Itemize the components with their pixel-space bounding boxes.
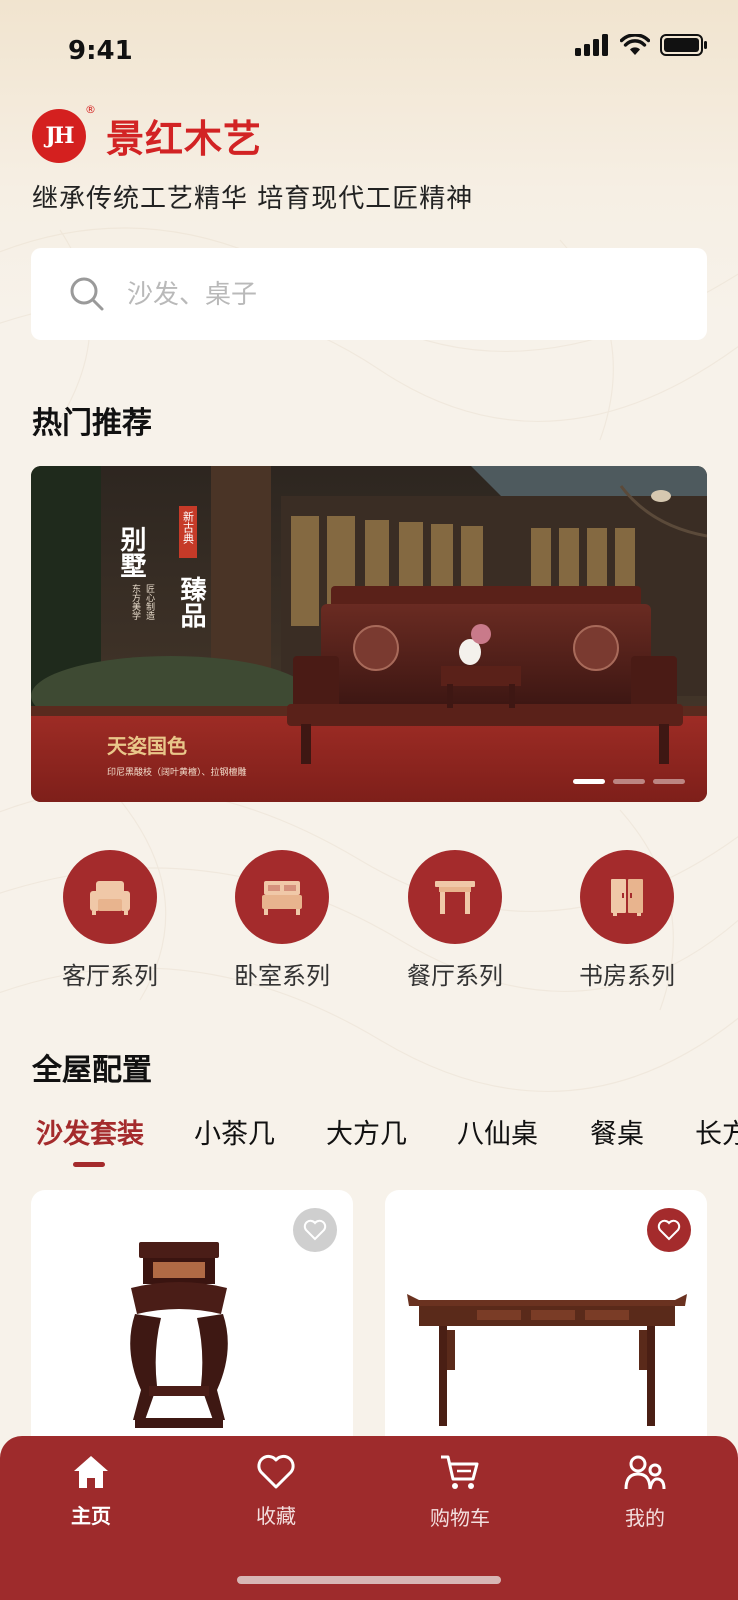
status-time: 9:41 <box>68 36 133 66</box>
heart-icon <box>303 1219 327 1241</box>
banner-slogan: 天姿国色 <box>107 734 187 758</box>
tabbar-label: 购物车 <box>430 1506 490 1530</box>
banner-image: 别墅 臻品 新古典 东方美学 匠心制造 天姿国色 印尼黑酸枝（阔叶黄檀）、拉钢檀… <box>31 466 707 802</box>
banner-caption: 印尼黑酸枝（阔叶黄檀）、拉钢檀雕 <box>107 766 247 778</box>
banner-headline-b: 臻品 <box>176 576 206 628</box>
heart-icon <box>657 1219 681 1241</box>
table-icon <box>435 881 475 914</box>
cart-icon <box>441 1455 479 1489</box>
signal-icon <box>575 34 608 56</box>
category-bedroom[interactable]: 卧室系列 <box>202 850 362 991</box>
tabbar-me[interactable]: 我的 <box>585 1454 705 1531</box>
category-label: 客厅系列 <box>62 962 158 990</box>
tab-dining-table[interactable]: 餐桌 <box>590 1112 644 1151</box>
tabbar-label: 收藏 <box>256 1504 296 1528</box>
heart-icon <box>257 1454 295 1489</box>
hot-banner[interactable]: 别墅 臻品 新古典 东方美学 匠心制造 天姿国色 印尼黑酸枝（阔叶黄檀）、拉钢檀… <box>31 466 707 802</box>
category-row: 客厅系列 卧室系列 餐厅系列 书房系列 <box>0 850 738 990</box>
brand-logo: JH ® <box>32 103 96 163</box>
search-input[interactable] <box>125 268 669 322</box>
tabbar-favorites[interactable]: 收藏 <box>216 1454 336 1529</box>
tab-eight-immortals-table[interactable]: 八仙桌 <box>457 1112 538 1151</box>
category-dining[interactable]: 餐厅系列 <box>375 850 535 991</box>
brand-name: 景红木艺 <box>106 117 263 161</box>
registered-mark: ® <box>85 102 96 116</box>
tab-square-table[interactable]: 大方几 <box>326 1112 407 1151</box>
wifi-icon <box>620 34 650 55</box>
tab-rectangular-table[interactable]: 长方桌 <box>695 1112 738 1151</box>
tabbar-label: 我的 <box>625 1506 665 1530</box>
category-label: 书房系列 <box>579 962 675 990</box>
banner-dot[interactable] <box>613 779 645 784</box>
banner-pagination <box>573 779 685 784</box>
tabbar-home[interactable]: 主页 <box>31 1454 151 1529</box>
favorite-button[interactable] <box>647 1208 691 1252</box>
cabinet-icon <box>611 879 643 916</box>
category-label: 卧室系列 <box>234 962 330 990</box>
category-study[interactable]: 书房系列 <box>547 850 707 991</box>
bed-icon <box>262 881 302 915</box>
product-tabs: 沙发套装 小茶几 大方几 八仙桌 餐桌 长方桌 <box>0 1112 738 1172</box>
home-indicator <box>237 1576 501 1584</box>
tab-small-tea-table[interactable]: 小茶几 <box>194 1112 275 1151</box>
search-icon <box>70 277 104 311</box>
category-living-room[interactable]: 客厅系列 <box>30 850 190 991</box>
hot-section-title: 热门推荐 <box>32 406 152 441</box>
banner-dot[interactable] <box>653 779 685 784</box>
sofa-icon <box>90 881 130 915</box>
brand-slogan: 继承传统工艺精华 培育现代工匠精神 <box>32 184 474 214</box>
category-label: 餐厅系列 <box>407 962 503 990</box>
product-card[interactable] <box>385 1190 707 1450</box>
tabbar-cart[interactable]: 购物车 <box>400 1454 520 1531</box>
banner-vertical-small-2: 匠心制造 <box>144 584 155 621</box>
tab-active-indicator <box>73 1162 105 1167</box>
status-icons <box>574 34 708 56</box>
favorite-button[interactable] <box>293 1208 337 1252</box>
tabbar-label: 主页 <box>71 1504 111 1528</box>
banner-badge-text: 新古典 <box>182 510 195 545</box>
banner-dot[interactable] <box>573 779 605 784</box>
brand-header: JH ® 景红木艺 <box>32 103 263 163</box>
banner-vertical-small: 东方美学 <box>130 583 141 620</box>
whole-house-title: 全屋配置 <box>32 1053 152 1088</box>
home-icon <box>74 1456 108 1488</box>
banner-headline-a: 别墅 <box>116 526 147 578</box>
product-card[interactable] <box>31 1190 353 1450</box>
search-bar[interactable] <box>31 248 707 340</box>
status-bar: 9:41 <box>0 0 738 100</box>
user-icon <box>624 1455 666 1490</box>
tab-sofa-set[interactable]: 沙发套装 <box>36 1112 144 1151</box>
battery-icon <box>660 34 707 56</box>
